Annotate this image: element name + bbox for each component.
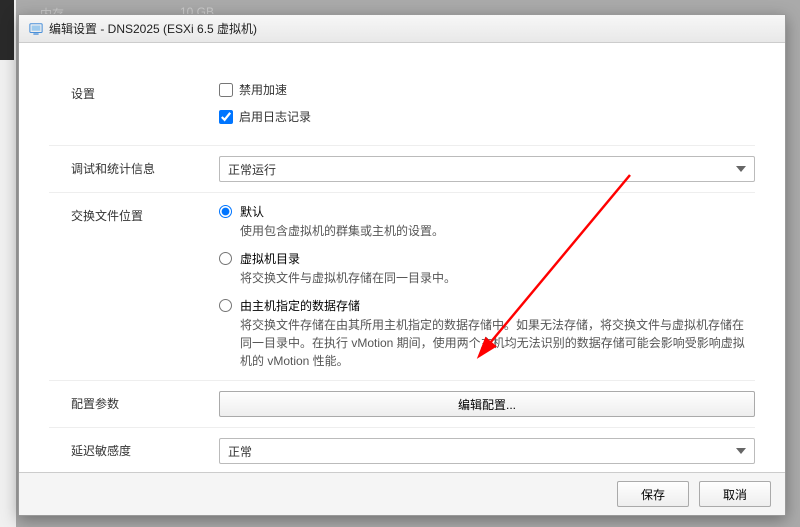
vm-icon bbox=[29, 22, 43, 36]
swap-radio-default[interactable] bbox=[219, 205, 232, 218]
swap-radio-vmdir[interactable] bbox=[219, 252, 232, 265]
dialog-footer: 保存 取消 bbox=[19, 472, 785, 515]
chevron-down-icon bbox=[736, 448, 746, 454]
background-strip bbox=[0, 0, 16, 527]
config-params-label: 配置参数 bbox=[49, 391, 219, 412]
edit-config-button[interactable]: 编辑配置... bbox=[219, 391, 755, 417]
edit-settings-dialog: 编辑设置 - DNS2025 (ESXi 6.5 虚拟机) 设置 禁用加速 启用… bbox=[18, 14, 786, 516]
swap-opt1-desc: 将交换文件与虚拟机存储在同一目录中。 bbox=[240, 269, 755, 287]
swap-label: 交换文件位置 bbox=[49, 203, 219, 224]
row-settings: 设置 禁用加速 启用日志记录 bbox=[49, 63, 755, 145]
swap-opt2-title: 由主机指定的数据存储 bbox=[240, 297, 755, 314]
disable-accel-checkbox[interactable] bbox=[219, 83, 233, 97]
dialog-titlebar: 编辑设置 - DNS2025 (ESXi 6.5 虚拟机) bbox=[19, 15, 785, 43]
save-button[interactable]: 保存 bbox=[617, 481, 689, 507]
background-dark bbox=[0, 0, 14, 60]
dialog-content: 设置 禁用加速 启用日志记录 调试和统计信息 正常运行 bbox=[19, 43, 785, 472]
debug-select-value: 正常运行 bbox=[228, 161, 276, 178]
debug-select[interactable]: 正常运行 bbox=[219, 156, 755, 182]
enable-logging-checkbox[interactable] bbox=[219, 110, 233, 124]
settings-label: 设置 bbox=[49, 81, 219, 102]
swap-opt2-desc: 将交换文件存储在由其所用主机指定的数据存储中。如果无法存储，将交换文件与虚拟机存… bbox=[240, 316, 755, 370]
swap-opt1-title: 虚拟机目录 bbox=[240, 250, 755, 267]
dialog-title: 编辑设置 - DNS2025 (ESXi 6.5 虚拟机) bbox=[49, 20, 257, 37]
swap-opt0-title: 默认 bbox=[240, 203, 755, 220]
row-debug: 调试和统计信息 正常运行 bbox=[49, 145, 755, 192]
debug-label: 调试和统计信息 bbox=[49, 156, 219, 177]
row-config-params: 配置参数 编辑配置... bbox=[49, 380, 755, 427]
swap-opt0-desc: 使用包含虚拟机的群集或主机的设置。 bbox=[240, 222, 755, 240]
row-swap: 交换文件位置 默认 使用包含虚拟机的群集或主机的设置。 虚拟机目录 将交换文件与… bbox=[49, 192, 755, 380]
latency-label: 延迟敏感度 bbox=[49, 438, 219, 459]
latency-select[interactable]: 正常 bbox=[219, 438, 755, 464]
disable-accel-label: 禁用加速 bbox=[239, 81, 287, 98]
chevron-down-icon bbox=[736, 166, 746, 172]
enable-logging-label: 启用日志记录 bbox=[239, 108, 311, 125]
swap-radio-host[interactable] bbox=[219, 299, 232, 312]
cancel-button[interactable]: 取消 bbox=[699, 481, 771, 507]
row-latency: 延迟敏感度 正常 bbox=[49, 427, 755, 472]
latency-select-value: 正常 bbox=[228, 443, 252, 460]
